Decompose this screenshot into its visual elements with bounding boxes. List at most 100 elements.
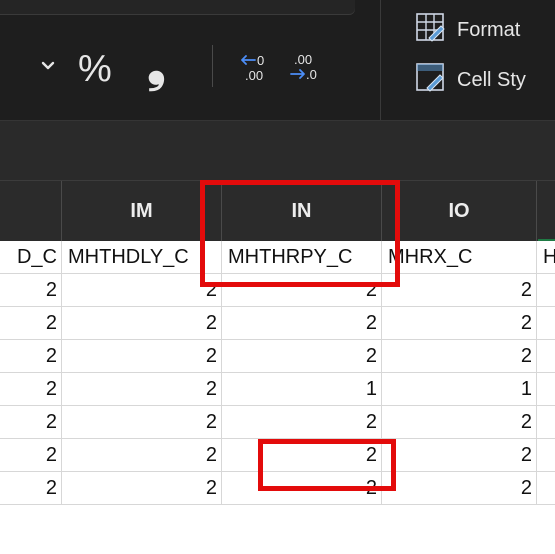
cell-value: 1 (520, 378, 532, 400)
comma-style-button[interactable]: ❟ (147, 42, 166, 90)
cell[interactable] (537, 439, 555, 471)
cell[interactable]: 2 (222, 340, 382, 372)
cell[interactable]: 2 (222, 406, 382, 438)
cell-styles-button[interactable]: Cell Sty (415, 62, 526, 99)
column-header-label: IO (448, 200, 470, 222)
svg-text:0: 0 (257, 53, 264, 68)
cell-text: H (543, 246, 555, 268)
table-row: 2 2 2 2 (0, 472, 555, 505)
cell-value: 2 (520, 279, 532, 301)
cell-text: MHRX_C (388, 246, 473, 268)
cell[interactable]: 2 (62, 274, 222, 306)
cell[interactable] (537, 406, 555, 438)
formula-bar-area[interactable] (0, 120, 555, 181)
cell[interactable]: 2 (62, 472, 222, 504)
chevron-down-icon[interactable] (40, 58, 56, 74)
svg-text:.00: .00 (245, 68, 263, 83)
format-as-table-button[interactable]: Format (415, 12, 521, 46)
cell-value: 2 (365, 279, 377, 301)
cell-styles-label: Cell Sty (457, 68, 526, 91)
cell[interactable]: 1 (222, 373, 382, 405)
cell[interactable]: 2 (0, 439, 62, 471)
cell[interactable]: 2 (0, 340, 62, 372)
number-format-dropdown[interactable] (0, 0, 355, 15)
decrease-decimal-icon[interactable]: .00 .0 (288, 50, 322, 84)
cell[interactable]: 2 (62, 340, 222, 372)
cell-value: 2 (205, 477, 217, 499)
table-row: 2 2 2 2 (0, 307, 555, 340)
cell-styles-icon (415, 62, 447, 99)
cell[interactable] (537, 307, 555, 339)
cell-text: MHTHRPY_C (228, 246, 353, 268)
percent-style-button[interactable]: % (78, 50, 112, 88)
cell[interactable]: 2 (0, 472, 62, 504)
cell[interactable]: 2 (222, 472, 382, 504)
cell-value: 2 (205, 312, 217, 334)
cell[interactable]: MHTHDLY_C (62, 241, 222, 273)
cell-value: 2 (365, 477, 377, 499)
cell-value: 2 (365, 411, 377, 433)
cell[interactable]: 2 (222, 307, 382, 339)
cell[interactable]: 2 (0, 307, 62, 339)
svg-text:.00: .00 (294, 52, 312, 67)
cell[interactable]: 2 (62, 373, 222, 405)
increase-decimal-icon[interactable]: 0 .00 (239, 50, 273, 84)
cell[interactable] (537, 340, 555, 372)
table-row: 2 2 2 2 (0, 274, 555, 307)
cell[interactable]: 2 (382, 274, 537, 306)
cell-value: 2 (520, 444, 532, 466)
cell-value: 2 (205, 411, 217, 433)
cell-value: 2 (45, 345, 57, 367)
cell-value: 2 (45, 444, 57, 466)
format-label: Format (457, 18, 521, 41)
cell[interactable]: H (537, 241, 555, 273)
table-row: 2 2 2 2 (0, 340, 555, 373)
cell[interactable] (537, 373, 555, 405)
cell-value: 2 (205, 279, 217, 301)
cell-value: 2 (45, 378, 57, 400)
cell[interactable]: 2 (62, 307, 222, 339)
cell-value: 2 (365, 345, 377, 367)
cell[interactable]: 2 (382, 439, 537, 471)
cell-text: MHTHDLY_C (68, 246, 189, 268)
column-header-il[interactable] (0, 181, 62, 242)
column-header-im[interactable]: IM (62, 181, 222, 242)
table-row: 2 2 2 2 (0, 406, 555, 439)
ribbon-divider (212, 45, 213, 87)
cell[interactable]: 2 (0, 406, 62, 438)
table-row: D_C MHTHDLY_C MHTHRPY_C MHRX_C H (0, 241, 555, 274)
column-header-label: IM (130, 200, 153, 222)
column-header-label: IN (291, 200, 312, 222)
cell[interactable]: 2 (222, 439, 382, 471)
cell-value: 2 (45, 279, 57, 301)
cell[interactable]: MHTHRPY_C (222, 241, 382, 273)
cell[interactable]: D_C (0, 241, 62, 273)
cell[interactable]: 2 (62, 406, 222, 438)
cell[interactable]: 2 (382, 340, 537, 372)
cell[interactable]: 1 (382, 373, 537, 405)
cell[interactable]: 2 (0, 274, 62, 306)
spreadsheet-grid: D_C MHTHDLY_C MHTHRPY_C MHRX_C H 2 2 2 2… (0, 241, 555, 554)
cell-value: 2 (205, 378, 217, 400)
column-header-io[interactable]: IO (382, 181, 537, 242)
cell[interactable]: 2 (0, 373, 62, 405)
cell[interactable]: 2 (222, 274, 382, 306)
cell[interactable]: 2 (382, 307, 537, 339)
cell[interactable]: 2 (62, 439, 222, 471)
ribbon-toolbar: % ❟ 0 .00 .00 .0 Format Cell Sty (0, 0, 555, 120)
excel-window: % ❟ 0 .00 .00 .0 Format Cell Sty IM IN I… (0, 0, 555, 554)
cell[interactable]: 2 (382, 406, 537, 438)
cell[interactable] (537, 274, 555, 306)
column-header-ip[interactable] (537, 181, 555, 242)
cell-value: 2 (520, 312, 532, 334)
cell[interactable] (537, 472, 555, 504)
cell-value: 2 (520, 345, 532, 367)
cell-value: 2 (365, 312, 377, 334)
cell-value: 2 (365, 444, 377, 466)
cell-value: 1 (365, 378, 377, 400)
cell[interactable]: MHRX_C (382, 241, 537, 273)
cell-value: 2 (45, 411, 57, 433)
column-header-in[interactable]: IN (222, 181, 382, 242)
svg-text:.0: .0 (306, 67, 317, 82)
cell[interactable]: 2 (382, 472, 537, 504)
